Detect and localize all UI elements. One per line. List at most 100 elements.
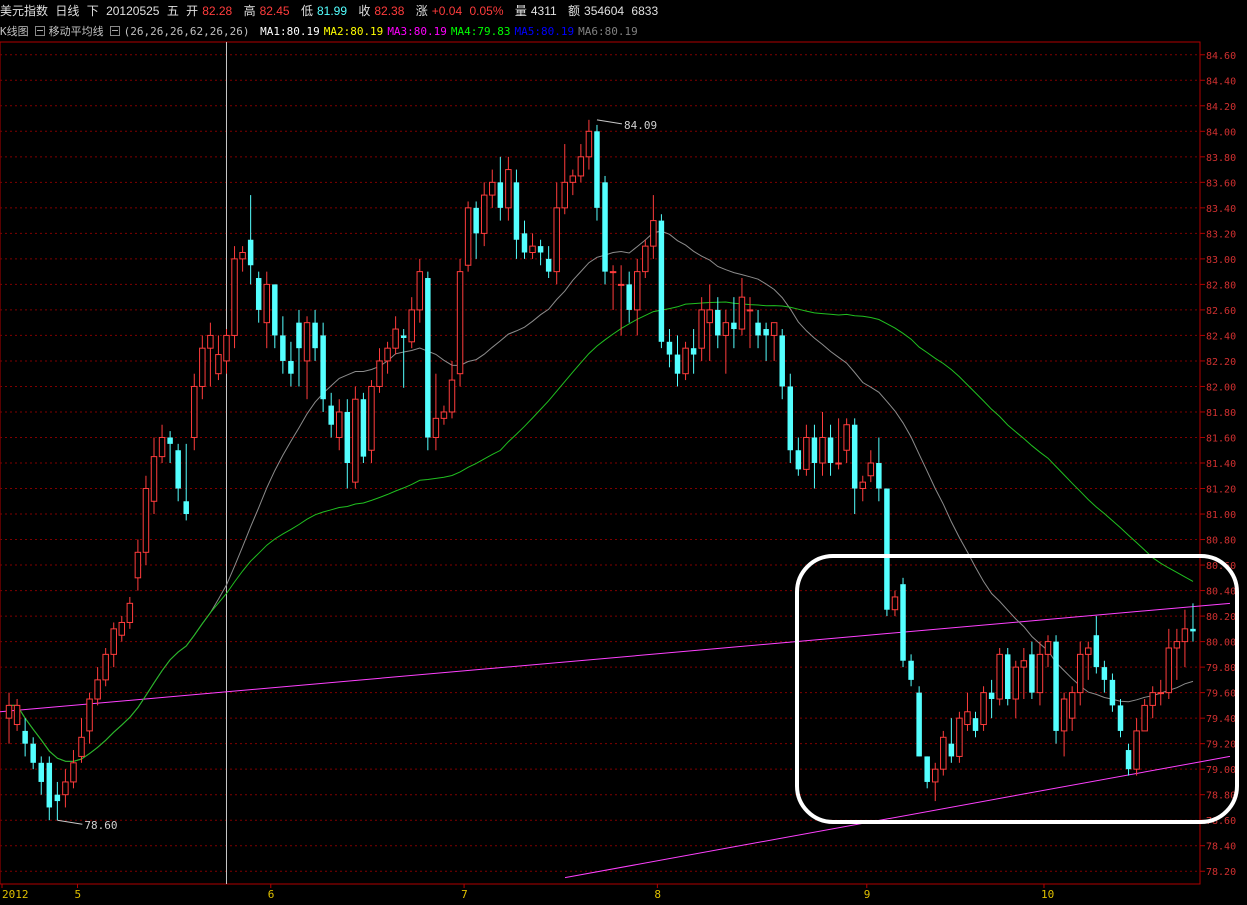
y-tick-label: 81.20 <box>1206 485 1236 496</box>
candle-body-up <box>1068 692 1076 719</box>
candlestick-chart[interactable]: 84.60 84.40 84.20 84.00 83.80 83.60 83.40 83.20… <box>0 0 1247 905</box>
candle-body-down <box>602 182 608 272</box>
candle-body-up <box>1181 628 1189 643</box>
candle-body-up <box>5 704 13 719</box>
candle-body-up <box>819 436 826 464</box>
candle-body-down <box>360 399 367 457</box>
candle-body-up <box>553 207 560 273</box>
candle-body-up <box>126 602 134 623</box>
candle-body-down <box>167 437 173 444</box>
candle-body-down <box>473 207 479 234</box>
candle-body-down <box>795 450 802 470</box>
candle-body-down <box>425 278 431 438</box>
candle-body-up <box>440 411 448 419</box>
candle-body-down <box>1004 654 1011 700</box>
candle-body-down <box>908 660 914 680</box>
candle-body-up <box>480 194 488 234</box>
y-tick-label: 83.80 <box>1206 153 1236 164</box>
x-tick-label: 7 <box>461 888 468 901</box>
y-tick-label: 79.00 <box>1206 765 1236 776</box>
candle-body-down <box>916 692 922 757</box>
candle-body-down <box>690 348 697 355</box>
x-tick-label: 8 <box>654 888 661 901</box>
y-tick-label: 82.20 <box>1206 357 1236 368</box>
y-tick-label: 83.00 <box>1206 255 1236 266</box>
candle-body-up <box>384 347 391 362</box>
candle-body-up <box>62 781 69 796</box>
y-tick-label: 81.60 <box>1206 433 1236 444</box>
y-tick-label: 84.40 <box>1206 76 1236 87</box>
candle-body-down <box>900 584 906 661</box>
candle-body-down <box>658 220 665 342</box>
annotation-label: 78.60 <box>84 819 117 832</box>
x-tick-label: 2012 <box>2 888 29 901</box>
candle-body-up <box>585 130 593 158</box>
candle-body-down <box>1029 654 1035 693</box>
candle-body-up <box>456 271 464 375</box>
y-tick-label: 84.20 <box>1206 102 1236 113</box>
y-tick-label: 78.40 <box>1206 842 1236 853</box>
candle-body-down <box>521 233 528 253</box>
candle-body-up <box>561 181 568 209</box>
candle-body-up <box>78 736 85 757</box>
candle-body-down <box>247 239 254 266</box>
candle-body-up <box>1165 647 1173 694</box>
candle-body-down <box>296 322 302 349</box>
y-tick-label: 81.40 <box>1206 459 1236 470</box>
candle-body-down <box>674 354 681 374</box>
candle-body-up <box>352 398 359 483</box>
candle-body-up <box>134 551 142 579</box>
candle-body-up <box>891 596 899 611</box>
candle-body-up <box>191 385 198 438</box>
y-tick-label: 78.80 <box>1206 791 1236 802</box>
candle-body-up <box>996 653 1003 700</box>
candle-body-up <box>215 354 222 375</box>
candle-body-up <box>682 347 689 375</box>
candle-body-up <box>336 411 343 438</box>
candle-body-down <box>972 718 979 731</box>
candle-body-up <box>529 245 536 254</box>
y-tick-label: 83.40 <box>1206 204 1236 215</box>
candle-body-up <box>408 309 415 343</box>
candle-body-up <box>1060 698 1068 732</box>
candle-body-down <box>924 756 930 782</box>
candle-body-up <box>464 207 472 266</box>
candle-body-up <box>698 309 705 349</box>
annotation-leader <box>596 119 623 125</box>
candle-body-up <box>634 271 641 311</box>
candle-body-up <box>376 360 383 387</box>
candle-body-down <box>328 405 334 425</box>
candle-body-up <box>1020 660 1028 668</box>
x-tick-label: 10 <box>1041 888 1054 901</box>
candle-body-down <box>948 743 955 757</box>
y-tick-label: 84.00 <box>1206 127 1236 138</box>
candle-body-up <box>102 653 109 681</box>
candle-body-up <box>617 283 625 286</box>
candle-body-up <box>650 220 657 247</box>
candle-body-up <box>980 692 987 726</box>
candle-body-up <box>505 169 512 209</box>
candle-body-up <box>110 628 117 655</box>
candle-body-up <box>231 258 238 336</box>
candle-body-down <box>38 762 44 782</box>
candle-body-up <box>150 456 158 502</box>
candle-body-down <box>175 450 181 489</box>
candle-body-up <box>1085 647 1092 655</box>
y-tick-label: 80.80 <box>1206 536 1236 547</box>
candle-body-up <box>770 322 778 336</box>
candle-body-up <box>94 679 101 700</box>
candle-body-down <box>46 762 53 808</box>
candle-body-down <box>666 341 673 355</box>
y-tick-label: 79.40 <box>1206 714 1236 725</box>
candle-body-up <box>803 436 810 470</box>
candle-body-up <box>1157 692 1164 695</box>
candle-body-down <box>497 182 504 208</box>
y-tick-label: 83.60 <box>1206 178 1236 189</box>
candle-body-up <box>1012 666 1020 700</box>
candle-body-up <box>303 322 311 362</box>
candle-body-up <box>569 175 577 183</box>
x-tick-label: 5 <box>74 888 81 901</box>
candle-body-up <box>142 488 150 553</box>
candle-body-down <box>1190 628 1196 632</box>
y-tick-label: 80.20 <box>1206 612 1236 623</box>
